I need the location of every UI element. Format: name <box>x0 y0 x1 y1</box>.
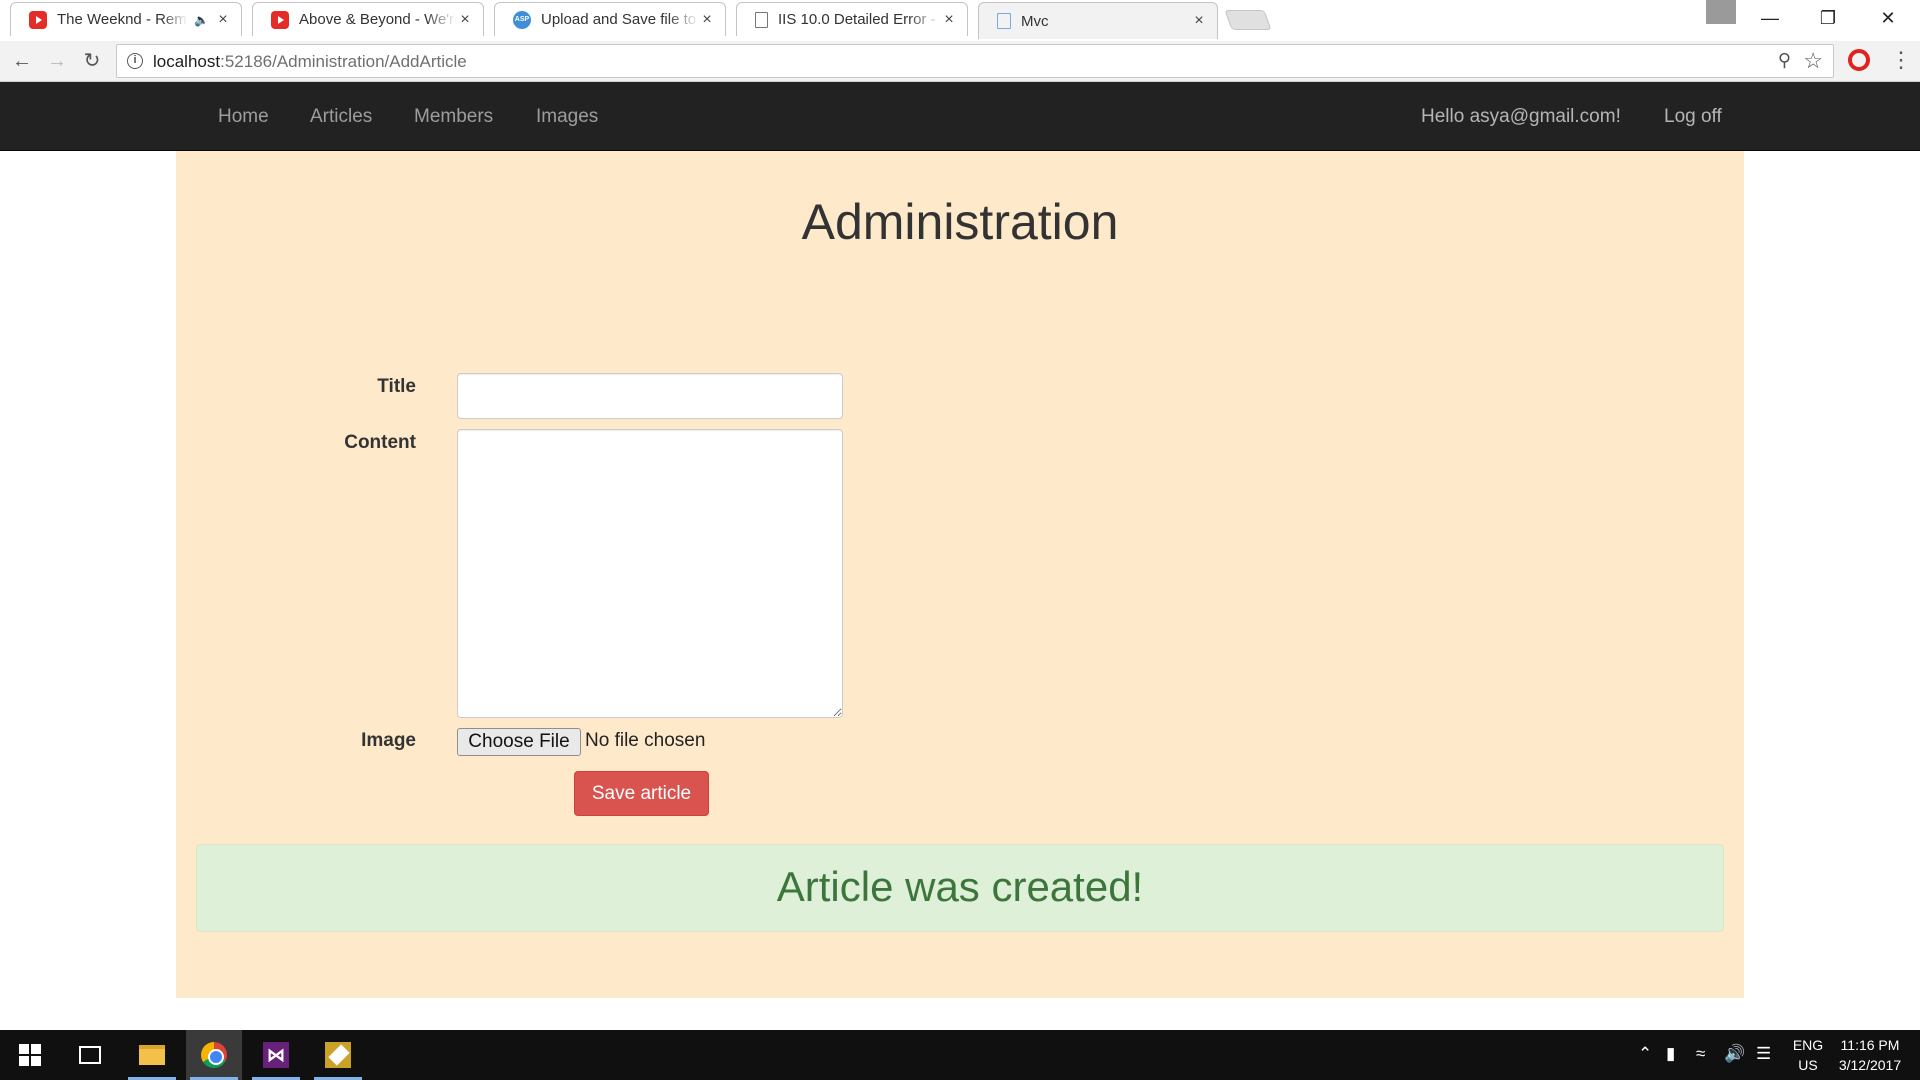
nav-members[interactable]: Members <box>414 106 493 128</box>
content-label: Content <box>344 432 416 453</box>
tab-title: Upload and Save file to SQL <box>541 11 699 28</box>
youtube-icon <box>29 10 47 29</box>
browser-tab-active[interactable]: Mvc × <box>978 2 1218 39</box>
tab-title: Mvc <box>1021 12 1049 30</box>
region-code: US <box>1798 1057 1818 1073</box>
menu-kebab-icon[interactable]: ⋮ <box>1890 47 1912 73</box>
nav-images[interactable]: Images <box>536 106 598 128</box>
taskbar-file-explorer[interactable] <box>124 1030 180 1080</box>
nav-articles[interactable]: Articles <box>310 106 372 128</box>
window-close-button[interactable]: ✕ <box>1868 4 1908 32</box>
clock-date: 3/12/2017 <box>1838 1057 1902 1073</box>
profile-icon[interactable] <box>1706 0 1736 24</box>
bookmark-star-icon[interactable]: ☆ <box>1803 48 1823 74</box>
url-host: localhost <box>153 52 221 71</box>
title-label: Title <box>377 376 416 397</box>
tools-icon <box>325 1042 351 1068</box>
choose-file-button[interactable]: Choose File <box>457 728 581 756</box>
close-icon[interactable]: × <box>1191 12 1207 30</box>
document-icon <box>755 11 768 28</box>
success-alert: Article was created! <box>196 844 1724 932</box>
new-tab-button[interactable] <box>1224 10 1272 30</box>
folder-icon <box>139 1045 165 1065</box>
nav-logoff[interactable]: Log off <box>1664 106 1722 128</box>
chevron-up-icon[interactable]: ⌃ <box>1638 1044 1652 1064</box>
file-status-text: No file chosen <box>585 730 706 751</box>
nav-home[interactable]: Home <box>218 106 269 128</box>
content-textarea[interactable] <box>457 429 843 718</box>
close-icon[interactable]: × <box>699 11 715 29</box>
back-arrow-icon[interactable]: ← <box>8 47 36 75</box>
page-title: Administration <box>801 194 1119 250</box>
restore-button[interactable]: ❐ <box>1808 4 1848 32</box>
forward-arrow-icon[interactable]: → <box>43 47 71 75</box>
language-code: ENG <box>1792 1037 1824 1053</box>
site-navbar: Home Articles Members Images Hello asya@… <box>0 82 1920 151</box>
volume-icon[interactable]: 🔊 <box>1724 1044 1745 1064</box>
browser-tab[interactable]: IIS 10.0 Detailed Error - 404 × <box>736 2 968 36</box>
page-icon <box>997 13 1011 29</box>
page-container: Administration Title Content Image Choos… <box>176 151 1744 998</box>
alert-message: Article was created! <box>776 863 1144 910</box>
speaker-icon[interactable]: 🔈 <box>194 13 209 27</box>
info-icon[interactable]: i <box>127 53 143 69</box>
taskbar-chrome[interactable] <box>186 1030 242 1080</box>
clock[interactable]: 11:16 PM 3/12/2017 <box>1830 1037 1910 1073</box>
browser-tab-strip: The Weeknd - Reminder 🔈 × Above & Beyond… <box>0 0 1920 41</box>
browser-tab[interactable]: The Weeknd - Reminder 🔈 × <box>10 2 242 36</box>
tab-title: IIS 10.0 Detailed Error - 404 <box>778 11 941 28</box>
url-text[interactable]: localhost:52186/Administration/AddArticl… <box>153 52 467 72</box>
start-button[interactable] <box>2 1030 58 1080</box>
input-language[interactable]: ENG US <box>1790 1037 1826 1073</box>
save-article-button[interactable]: Save article <box>574 771 709 816</box>
youtube-icon <box>271 10 289 29</box>
browser-tab[interactable]: Above & Beyond - We're All We Need × <box>252 2 484 36</box>
close-icon[interactable]: × <box>215 11 231 29</box>
battery-icon[interactable]: ▮ <box>1666 1044 1675 1064</box>
address-bar[interactable]: i localhost:52186/Administration/AddArti… <box>116 44 1834 78</box>
task-view-button[interactable] <box>62 1030 118 1080</box>
reload-icon[interactable]: ↻ <box>78 47 106 75</box>
browser-toolbar: ← → ↻ i localhost:52186/Administration/A… <box>0 41 1920 82</box>
taskbar-visual-studio[interactable]: ⋈ <box>248 1030 304 1080</box>
taskbar-tool-app[interactable] <box>310 1030 366 1080</box>
opera-extension-icon[interactable] <box>1848 49 1870 71</box>
notification-icon[interactable]: ☰ <box>1756 1044 1771 1064</box>
task-view-icon <box>79 1046 101 1064</box>
nav-user-greeting[interactable]: Hello asya@gmail.com! <box>1421 106 1621 128</box>
zoom-icon[interactable]: ⚲ <box>1778 50 1791 71</box>
visual-studio-icon: ⋈ <box>263 1042 289 1068</box>
windows-taskbar: ⋈ ⌃ ▮ ≈ 🔊 ☰ ENG US 11:16 PM 3/12/2017 <box>0 1030 1920 1080</box>
windows-logo-icon <box>19 1044 41 1066</box>
chrome-icon <box>201 1042 227 1068</box>
tab-title: Above & Beyond - We're All We Need <box>299 11 457 28</box>
title-input[interactable] <box>457 373 843 419</box>
asp-icon: ASP <box>513 10 531 29</box>
minimize-button[interactable]: — <box>1750 4 1790 32</box>
image-label: Image <box>361 730 416 751</box>
browser-tab[interactable]: ASP Upload and Save file to SQL × <box>494 2 726 36</box>
close-icon[interactable]: × <box>941 11 957 29</box>
tab-title: The Weeknd - Reminder <box>57 11 189 28</box>
clock-time: 11:16 PM <box>1840 1037 1900 1053</box>
url-path: :52186/Administration/AddArticle <box>220 52 467 71</box>
close-icon[interactable]: × <box>457 11 473 29</box>
wifi-icon[interactable]: ≈ <box>1696 1044 1705 1064</box>
